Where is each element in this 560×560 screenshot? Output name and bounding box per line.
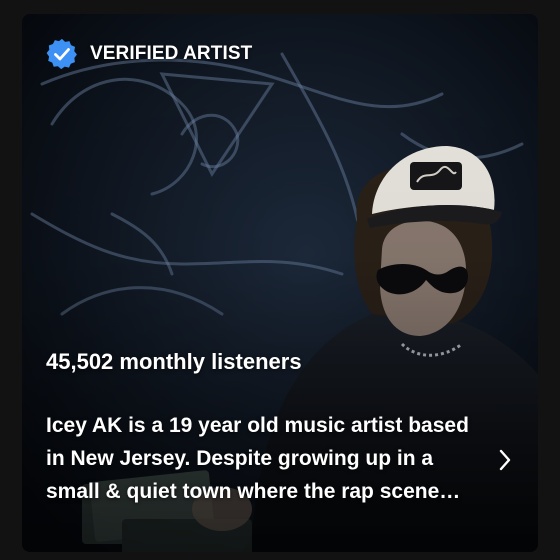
artist-bio[interactable]: Icey AK is a 19 year old music artist ba… <box>46 409 486 508</box>
chevron-right-icon[interactable] <box>492 447 518 473</box>
verified-artist-badge: VERIFIED ARTIST <box>46 38 252 70</box>
verified-badge-icon <box>46 38 77 70</box>
artist-about-card[interactable]: VERIFIED ARTIST 45,502 monthly listeners… <box>22 14 538 552</box>
monthly-listeners: 45,502 monthly listeners <box>46 349 302 374</box>
verified-artist-label: VERIFIED ARTIST <box>90 43 253 64</box>
